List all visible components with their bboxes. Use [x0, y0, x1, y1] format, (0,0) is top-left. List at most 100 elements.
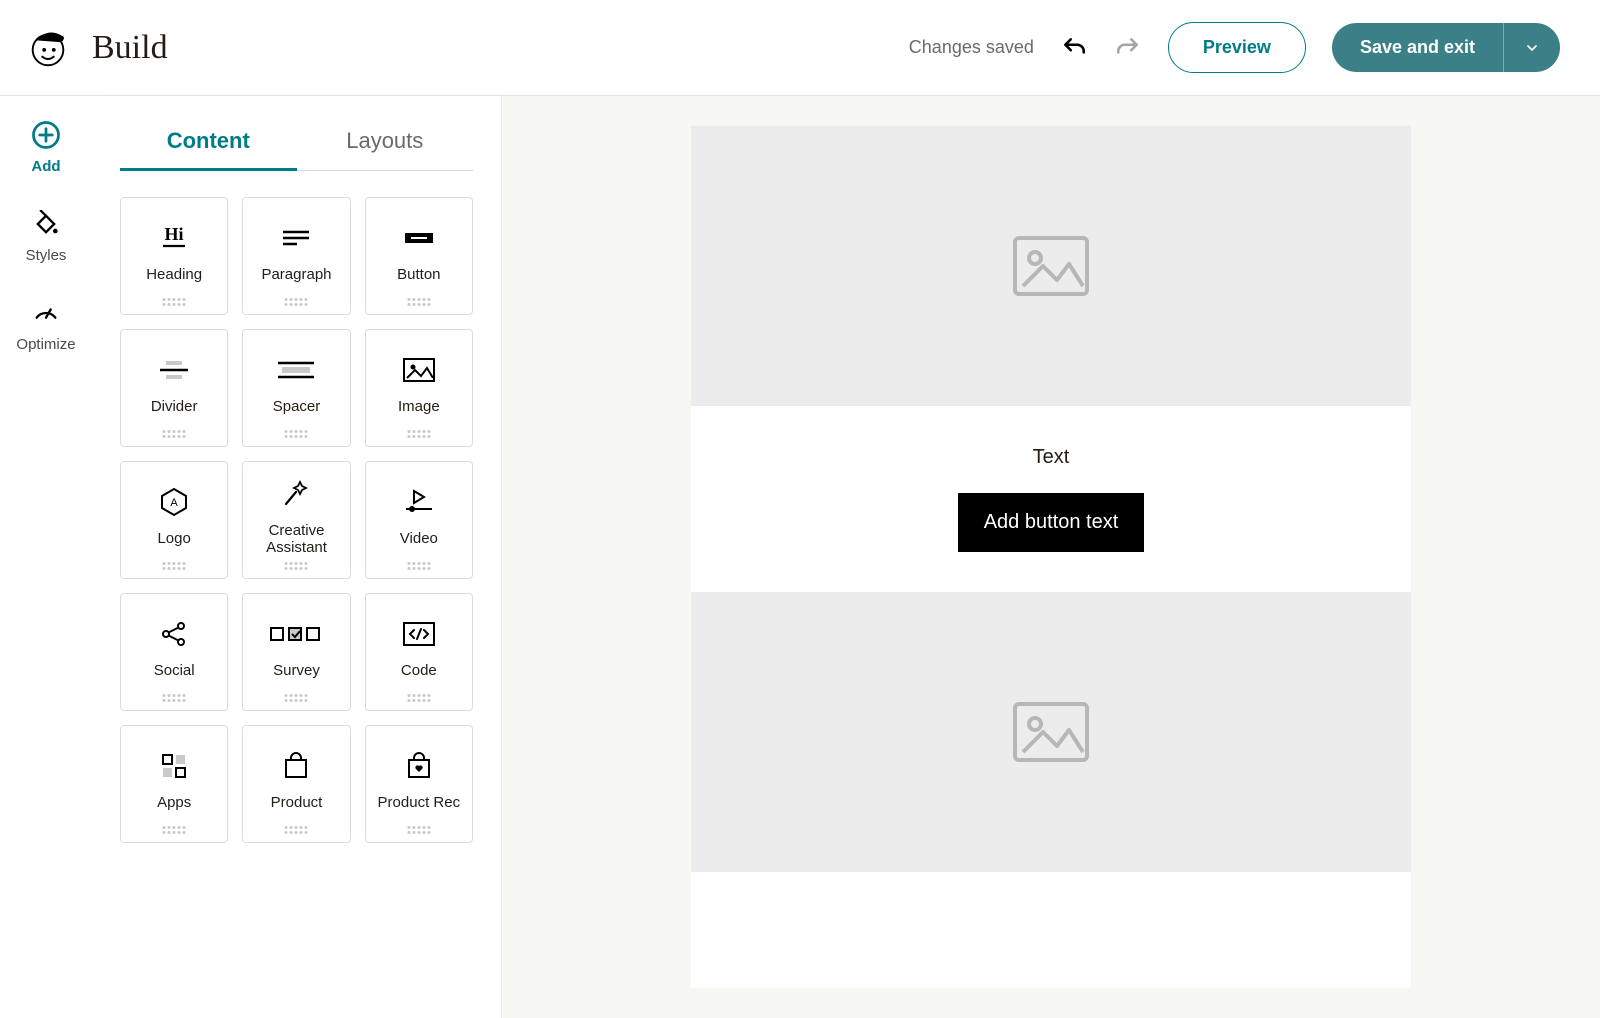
tile-label: Divider — [151, 398, 198, 415]
drag-handle-icon — [285, 430, 308, 438]
paint-bucket-icon — [31, 209, 61, 239]
drag-handle-icon — [163, 430, 186, 438]
tile-label: Spacer — [273, 398, 321, 415]
tile-label: Product Rec — [378, 794, 461, 811]
drag-handle-icon — [285, 694, 308, 702]
undo-icon — [1061, 35, 1087, 61]
rail-label: Add — [31, 158, 60, 175]
tile-label: Heading — [146, 266, 202, 283]
block-divider[interactable]: Divider — [120, 329, 228, 447]
logo-hex-icon: A — [158, 484, 190, 520]
block-social[interactable]: Social — [120, 593, 228, 711]
svg-text:A: A — [170, 497, 178, 509]
drag-handle-icon — [407, 826, 430, 834]
image-placeholder-icon — [1011, 700, 1091, 764]
redo-icon — [1115, 35, 1141, 61]
canvas-area[interactable]: Text Add button text — [502, 96, 1600, 1018]
tile-label: Logo — [157, 530, 190, 547]
video-icon — [402, 484, 436, 520]
mailchimp-logo-icon — [25, 25, 71, 71]
rail-item-styles[interactable]: Styles — [26, 209, 67, 264]
image-placeholder-icon — [1011, 234, 1091, 298]
tile-label: Button — [397, 266, 440, 283]
block-heading[interactable]: Hi Heading — [120, 197, 228, 315]
block-survey[interactable]: Survey — [242, 593, 350, 711]
text-block[interactable]: Text — [691, 406, 1411, 493]
block-apps[interactable]: Apps — [120, 725, 228, 843]
image-placeholder-top[interactable] — [691, 126, 1411, 406]
nav-rail: Add Styles Optimize — [0, 96, 92, 1018]
tile-label: Social — [154, 662, 195, 679]
save-button-group: Save and exit — [1332, 23, 1560, 72]
code-icon — [401, 616, 437, 652]
tile-label: Survey — [273, 662, 320, 679]
drag-handle-icon — [407, 562, 430, 570]
tile-label: Video — [400, 530, 438, 547]
paragraph-icon — [279, 220, 313, 256]
block-video[interactable]: Video — [365, 461, 473, 579]
drag-handle-icon — [163, 826, 186, 834]
tile-label: Paragraph — [261, 266, 331, 283]
preview-button[interactable]: Preview — [1168, 22, 1306, 73]
rail-item-optimize[interactable]: Optimize — [16, 298, 75, 353]
image-icon — [401, 352, 437, 388]
block-product[interactable]: Product — [242, 725, 350, 843]
block-button[interactable]: Button — [365, 197, 473, 315]
block-spacer[interactable]: Spacer — [242, 329, 350, 447]
survey-checkboxes-icon — [269, 616, 323, 652]
image-placeholder-bottom[interactable] — [691, 592, 1411, 872]
spacer-icon — [274, 352, 318, 388]
tab-content[interactable]: Content — [120, 118, 297, 171]
block-code[interactable]: Code — [365, 593, 473, 711]
drag-handle-icon — [285, 826, 308, 834]
drag-handle-icon — [285, 562, 308, 570]
tile-label: Code — [401, 662, 437, 679]
cta-button[interactable]: Add button text — [958, 493, 1145, 552]
cta-wrap: Add button text — [691, 493, 1411, 592]
drag-handle-icon — [407, 430, 430, 438]
block-product-rec[interactable]: Product Rec — [365, 725, 473, 843]
block-grid: Hi Heading Paragraph Button — [120, 197, 473, 843]
magic-wand-icon — [280, 476, 312, 512]
drag-handle-icon — [163, 562, 186, 570]
plus-circle-icon — [31, 120, 61, 150]
share-icon — [159, 616, 189, 652]
chevron-down-icon — [1524, 40, 1540, 56]
tile-label: Creative Assistant — [247, 522, 345, 557]
save-and-exit-button[interactable]: Save and exit — [1332, 23, 1503, 72]
tile-label: Image — [398, 398, 440, 415]
drag-handle-icon — [163, 694, 186, 702]
blocks-sidebar: Content Layouts Hi Heading Paragraph — [92, 96, 502, 1018]
svg-text:Hi: Hi — [165, 224, 184, 244]
tile-label: Product — [271, 794, 323, 811]
app-header: Build Changes saved Preview Save and exi… — [0, 0, 1600, 96]
block-creative-assistant[interactable]: Creative Assistant — [242, 461, 350, 579]
redo-button[interactable] — [1114, 34, 1142, 62]
block-logo[interactable]: A Logo — [120, 461, 228, 579]
drag-handle-icon — [407, 694, 430, 702]
app-body: Add Styles Optimize Content Layouts Hi — [0, 96, 1600, 1018]
divider-icon — [154, 352, 194, 388]
rail-label: Styles — [26, 247, 67, 264]
shopping-bag-icon — [281, 748, 311, 784]
header-left: Build — [24, 24, 168, 72]
rail-label: Optimize — [16, 336, 75, 353]
tile-label: Apps — [157, 794, 191, 811]
brand-logo — [24, 24, 72, 72]
undo-button[interactable] — [1060, 34, 1088, 62]
header-right: Changes saved Preview Save and exit — [909, 22, 1560, 73]
shopping-bag-heart-icon — [404, 748, 434, 784]
email-preview: Text Add button text — [691, 126, 1411, 988]
page-title: Build — [92, 29, 168, 67]
block-paragraph[interactable]: Paragraph — [242, 197, 350, 315]
gauge-icon — [31, 298, 61, 328]
apps-grid-icon — [159, 748, 189, 784]
save-dropdown-button[interactable] — [1503, 23, 1560, 72]
rail-item-add[interactable]: Add — [31, 120, 61, 175]
heading-icon: Hi — [157, 220, 191, 256]
drag-handle-icon — [163, 298, 186, 306]
button-icon — [399, 220, 439, 256]
block-image[interactable]: Image — [365, 329, 473, 447]
tab-layouts[interactable]: Layouts — [297, 118, 474, 170]
drag-handle-icon — [407, 298, 430, 306]
